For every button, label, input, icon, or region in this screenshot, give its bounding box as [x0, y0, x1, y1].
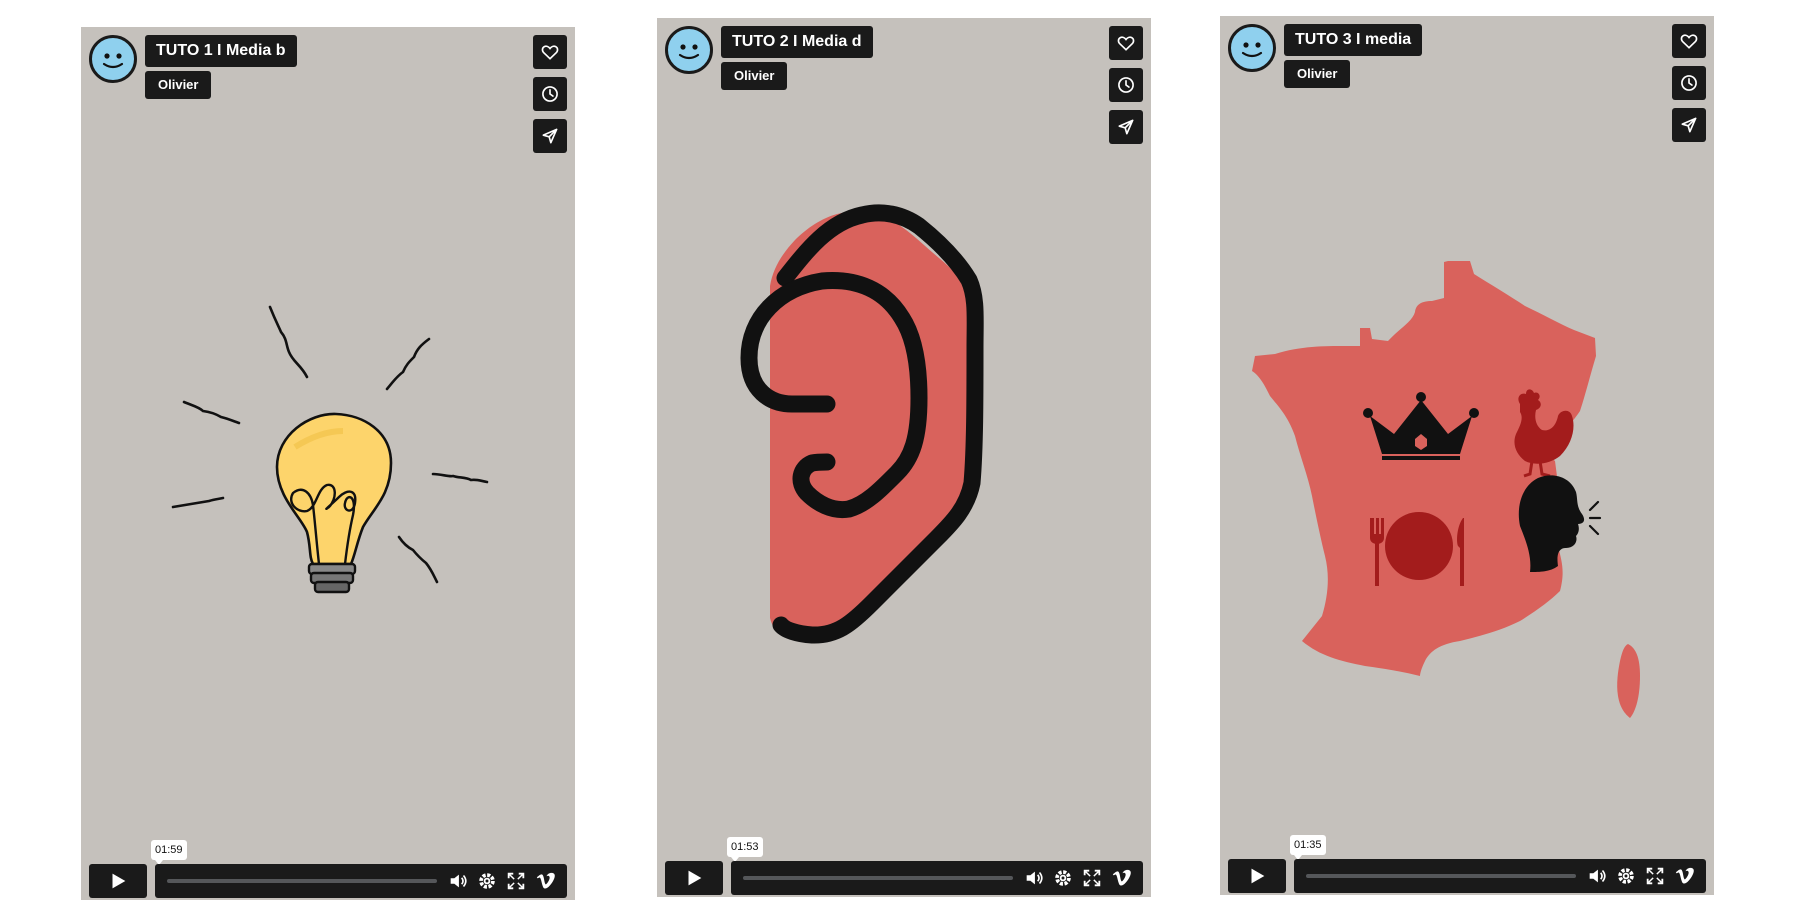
controls-bar: [155, 864, 567, 898]
volume-icon[interactable]: [447, 870, 469, 892]
controls-bar: [731, 861, 1143, 895]
clock-icon: [542, 86, 558, 102]
volume-icon[interactable]: [1023, 867, 1045, 889]
smiley-face-icon: [678, 44, 700, 60]
progress-bar[interactable]: [167, 879, 437, 883]
vimeo-logo-icon[interactable]: [1111, 867, 1133, 889]
clock-icon: [1118, 77, 1134, 93]
progress-bar[interactable]: [1306, 874, 1576, 878]
smiley-face-icon: [1241, 42, 1263, 58]
video-player-2[interactable]: TUTO 2 I Media d Olivier 01:53: [657, 18, 1151, 897]
watch-later-button[interactable]: [1109, 68, 1143, 102]
send-icon: [1681, 117, 1697, 133]
video-player-3[interactable]: TUTO 3 I media Olivier 01:35: [1220, 16, 1714, 895]
author-avatar[interactable]: [1228, 24, 1276, 72]
watch-later-button[interactable]: [1672, 66, 1706, 100]
like-button[interactable]: [533, 35, 567, 69]
play-icon: [688, 870, 702, 886]
time-tooltip: 01:53: [727, 837, 763, 862]
play-button[interactable]: [665, 861, 723, 895]
share-button[interactable]: [1109, 110, 1143, 144]
france-map-artwork: [1252, 261, 1640, 718]
heart-icon: [541, 45, 559, 60]
send-icon: [542, 128, 558, 144]
gear-icon[interactable]: [1052, 867, 1074, 889]
heart-icon: [1680, 34, 1698, 49]
play-icon: [1251, 868, 1265, 884]
like-button[interactable]: [1109, 26, 1143, 60]
share-button[interactable]: [533, 119, 567, 153]
video-title[interactable]: TUTO 2 I Media d: [721, 26, 873, 58]
vimeo-logo-icon[interactable]: [535, 870, 557, 892]
video-title[interactable]: TUTO 3 I media: [1284, 24, 1423, 56]
fullscreen-icon[interactable]: [1081, 867, 1103, 889]
lightbulb-artwork: [171, 305, 489, 594]
heart-icon: [1117, 36, 1135, 51]
video-title[interactable]: TUTO 1 I Media b: [145, 35, 297, 67]
author-avatar[interactable]: [89, 35, 137, 83]
author-name[interactable]: Olivier: [721, 62, 788, 90]
progress-bar[interactable]: [743, 876, 1013, 880]
fullscreen-icon[interactable]: [1644, 865, 1666, 887]
time-tooltip: 01:59: [151, 840, 187, 865]
vimeo-logo-icon[interactable]: [1674, 865, 1696, 887]
volume-icon[interactable]: [1586, 865, 1608, 887]
clock-icon: [1681, 75, 1697, 91]
share-button[interactable]: [1672, 108, 1706, 142]
ear-artwork: [740, 204, 984, 644]
smiley-face-icon: [102, 53, 124, 69]
video-player-1[interactable]: TUTO 1 I Media b Olivier 01:59: [81, 27, 575, 900]
author-name[interactable]: Olivier: [1284, 60, 1351, 88]
controls-bar: [1294, 859, 1706, 893]
fullscreen-icon[interactable]: [505, 870, 527, 892]
play-button[interactable]: [89, 864, 147, 898]
play-icon: [112, 873, 126, 889]
watch-later-button[interactable]: [533, 77, 567, 111]
send-icon: [1118, 119, 1134, 135]
author-avatar[interactable]: [665, 26, 713, 74]
time-tooltip: 01:35: [1290, 835, 1326, 860]
play-button[interactable]: [1228, 859, 1286, 893]
gear-icon[interactable]: [476, 870, 498, 892]
like-button[interactable]: [1672, 24, 1706, 58]
gear-icon[interactable]: [1615, 865, 1637, 887]
author-name[interactable]: Olivier: [145, 71, 212, 99]
